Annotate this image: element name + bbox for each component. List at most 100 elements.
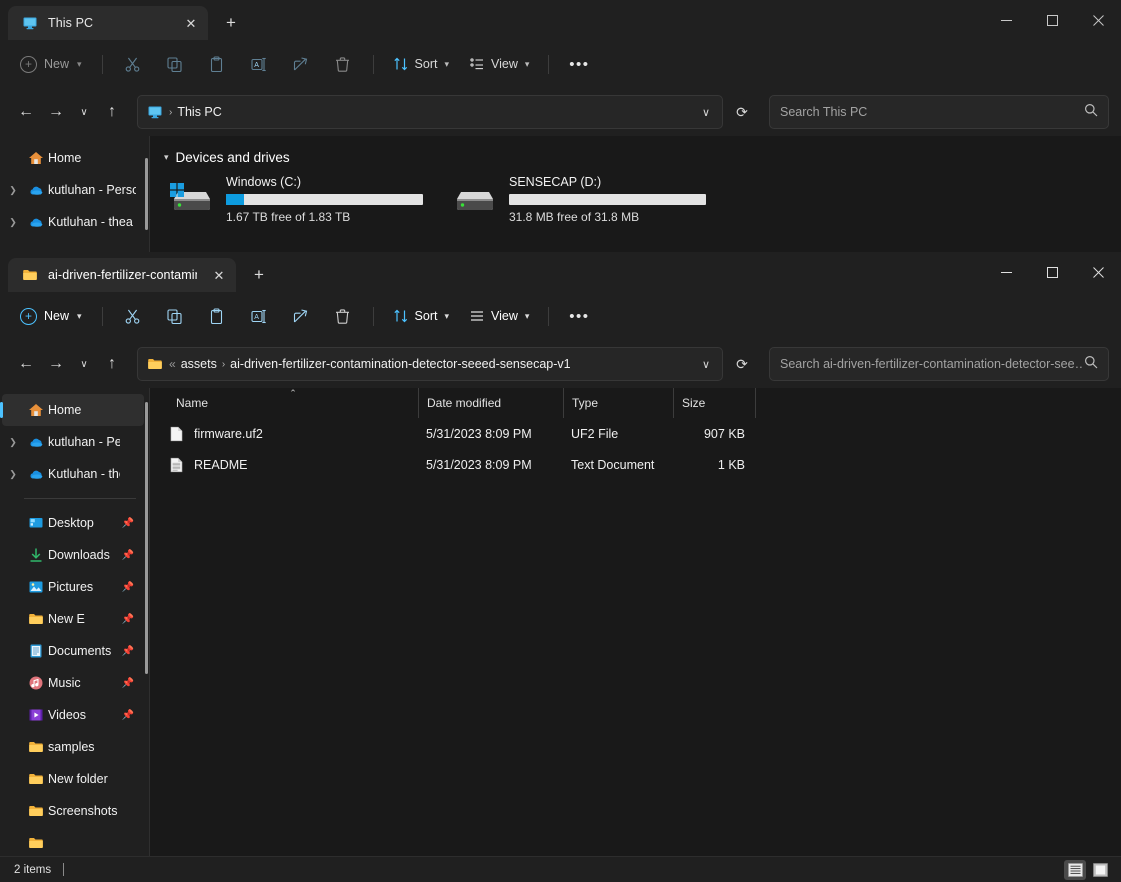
maximize-icon[interactable] (1029, 0, 1075, 40)
recent-locations-button[interactable]: ∨ (72, 97, 96, 127)
sidebar-item-kutluhan-perso[interactable]: ❯kutluhan - Perso (2, 426, 144, 458)
view-button[interactable]: View ▾ (460, 300, 538, 332)
group-header-devices-and-drives[interactable]: ▾ Devices and drives (150, 136, 1121, 171)
rename-icon[interactable]: A (239, 300, 279, 332)
refresh-button[interactable]: ⟳ (727, 349, 757, 379)
sidebar-item-music[interactable]: Music📌 (2, 667, 144, 699)
sidebar-item-documents[interactable]: Documents📌 (2, 635, 144, 667)
chevron-right-icon[interactable]: ❯ (2, 185, 24, 196)
search-box[interactable]: Search ai-driven-fertilizer-contaminatio… (769, 347, 1109, 381)
new-tab-button[interactable]: + (216, 8, 246, 38)
delete-icon[interactable] (323, 48, 363, 80)
maximize-icon[interactable] (1029, 252, 1075, 292)
sidebar-item-kutluhan-thea[interactable]: ❯Kutluhan - thea (2, 458, 144, 490)
sort-button[interactable]: Sort ▾ (384, 300, 458, 332)
breadcrumb-item-this-pc[interactable]: This PC (177, 105, 221, 119)
breadcrumb[interactable]: › This PC ∨ (137, 95, 723, 129)
pin-icon[interactable]: 📌 (120, 582, 136, 593)
sidebar-item-pictures[interactable]: Pictures📌 (2, 571, 144, 603)
copy-icon[interactable] (155, 300, 195, 332)
sidebar-item-new-folder[interactable]: New folder (2, 763, 144, 795)
close-icon[interactable] (1075, 252, 1121, 292)
column-header-type[interactable]: Type (563, 388, 673, 418)
explorer-window-this-pc[interactable]: This PC ✕ + + New ▾ (0, 0, 1121, 252)
minimize-icon[interactable] (983, 252, 1029, 292)
new-button[interactable]: + New ▾ (12, 48, 92, 80)
breadcrumb-item-assets[interactable]: assets (181, 357, 217, 371)
tab-folder[interactable]: ai-driven-fertilizer-contamina ✕ (8, 258, 236, 292)
explorer-window-folder[interactable]: ai-driven-fertilizer-contamina ✕ + + (0, 252, 1121, 882)
new-button[interactable]: + New ▾ (12, 300, 92, 332)
close-icon[interactable]: ✕ (206, 262, 232, 288)
close-icon[interactable]: ✕ (178, 10, 204, 36)
column-header-size[interactable]: Size (673, 388, 755, 418)
share-icon[interactable] (281, 300, 321, 332)
column-header-date-modified[interactable]: Date modified (418, 388, 563, 418)
sidebar-item-home[interactable]: Home (2, 142, 144, 174)
tab-this-pc[interactable]: This PC ✕ (8, 6, 208, 40)
breadcrumb-overflow-icon[interactable]: « (167, 357, 178, 371)
chevron-right-icon[interactable]: ❯ (2, 437, 24, 448)
drive-item-sensecap-d[interactable]: SENSECAP (D:) 31.8 MB free of 31.8 MB (451, 173, 706, 224)
sort-button[interactable]: Sort ▾ (384, 48, 458, 80)
sidebar-item-samples[interactable]: samples (2, 731, 144, 763)
paste-icon[interactable] (197, 300, 237, 332)
delete-icon[interactable] (323, 300, 363, 332)
navigation-pane[interactable]: Home❯kutluhan - Perso❯Kutluhan - thea Des… (0, 388, 150, 856)
nav-scrollbar[interactable] (145, 402, 148, 674)
rename-icon[interactable]: A (239, 48, 279, 80)
more-options-button[interactable]: ••• (559, 48, 599, 80)
sidebar-item-downloads[interactable]: Downloads📌 (2, 539, 144, 571)
pin-icon[interactable]: 📌 (120, 614, 136, 625)
drive-item-windows-c[interactable]: Windows (C:) 1.67 TB free of 1.83 TB (168, 173, 423, 224)
minimize-icon[interactable] (983, 0, 1029, 40)
pin-icon[interactable]: 📌 (120, 550, 136, 561)
share-icon[interactable] (281, 48, 321, 80)
sidebar-item-home[interactable]: Home (2, 394, 144, 426)
sidebar-item-onedrive-personal[interactable]: ❯ kutluhan - Perso (2, 174, 144, 206)
navigation-pane[interactable]: Home ❯ kutluhan - Perso ❯ (0, 136, 150, 252)
up-button[interactable]: ↑ (98, 97, 126, 127)
sidebar-item-onedrive-work[interactable]: ❯ Kutluhan - thea (2, 206, 144, 238)
pin-icon[interactable]: 📌 (120, 518, 136, 529)
cut-icon[interactable] (113, 300, 153, 332)
back-button[interactable]: ← (12, 97, 40, 127)
titlebar[interactable]: This PC ✕ + (0, 0, 1121, 40)
breadcrumb[interactable]: « assets › ai-driven-fertilizer-contamin… (137, 347, 723, 381)
back-button[interactable]: ← (12, 349, 40, 379)
column-header-name[interactable]: ⌃ Name (168, 388, 418, 418)
close-icon[interactable] (1075, 0, 1121, 40)
refresh-button[interactable]: ⟳ (727, 97, 757, 127)
sidebar-item-item[interactable] (2, 827, 144, 856)
table-row[interactable]: firmware.uf2 5/31/2023 8:09 PM UF2 File … (150, 418, 1121, 449)
copy-icon[interactable] (155, 48, 195, 80)
titlebar[interactable]: ai-driven-fertilizer-contamina ✕ + (0, 252, 1121, 292)
search-input[interactable]: Search This PC (780, 105, 1084, 119)
chevron-down-icon[interactable]: ▾ (164, 152, 169, 163)
pin-icon[interactable]: 📌 (120, 678, 136, 689)
sidebar-item-screenshots[interactable]: Screenshots (2, 795, 144, 827)
chevron-right-icon[interactable]: ❯ (2, 469, 24, 480)
sidebar-item-desktop[interactable]: Desktop📌 (2, 507, 144, 539)
view-button[interactable]: View ▾ (460, 48, 538, 80)
up-button[interactable]: ↑ (98, 349, 126, 379)
sidebar-item-new-e[interactable]: New E📌 (2, 603, 144, 635)
pin-icon[interactable]: 📌 (120, 710, 136, 721)
details-view-icon[interactable] (1064, 860, 1086, 880)
nav-scrollbar[interactable] (145, 158, 148, 230)
forward-button[interactable]: → (42, 349, 70, 379)
breadcrumb-item-current-folder[interactable]: ai-driven-fertilizer-contamination-detec… (230, 357, 570, 371)
sidebar-item-videos[interactable]: Videos📌 (2, 699, 144, 731)
pin-icon[interactable]: 📌 (120, 646, 136, 657)
chevron-right-icon[interactable]: ❯ (2, 217, 24, 228)
search-box[interactable]: Search This PC (769, 95, 1109, 129)
search-input[interactable]: Search ai-driven-fertilizer-contaminatio… (780, 357, 1084, 371)
paste-icon[interactable] (197, 48, 237, 80)
table-row[interactable]: README 5/31/2023 8:09 PM Text Document 1… (150, 449, 1121, 480)
cut-icon[interactable] (113, 48, 153, 80)
breadcrumb-dropdown-button[interactable]: ∨ (692, 97, 720, 127)
breadcrumb-dropdown-button[interactable]: ∨ (692, 349, 720, 379)
recent-locations-button[interactable]: ∨ (72, 349, 96, 379)
more-options-button[interactable]: ••• (559, 300, 599, 332)
new-tab-button[interactable]: + (244, 260, 274, 290)
